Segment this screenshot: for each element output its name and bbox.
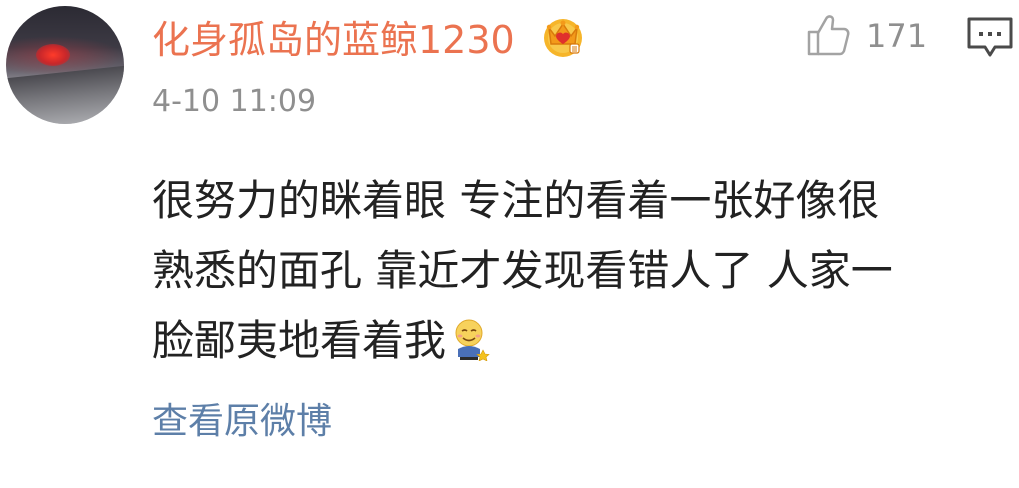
view-original-post-link[interactable]: 查看原微博 (152, 398, 332, 446)
avatar[interactable] (6, 6, 124, 124)
comment-timestamp: 4-10 11:09 (152, 84, 317, 119)
comment-body-line: 很努力的眯着眼 专注的看着一张好像很 (152, 176, 880, 225)
username[interactable]: 化身孤岛的蓝鲸1230 (152, 14, 515, 66)
like-count: 171 (866, 17, 928, 55)
comment-body-line: 熟悉的面孔 靠近才发现看错人了 人家一 (152, 246, 893, 295)
vip-crown-icon (544, 19, 582, 57)
comment-body-line-text: 脸鄙夷地看着我 (152, 316, 447, 365)
reply-comment-icon[interactable] (966, 16, 1014, 60)
comment-body-line: 脸鄙夷地看着我 (152, 306, 982, 376)
comment-body: 很努力的眯着眼 专注的看着一张好像很 熟悉的面孔 靠近才发现看错人了 人家一 脸… (152, 166, 982, 376)
sweat-smile-emoji-icon (455, 319, 490, 361)
thumbs-up-icon[interactable] (806, 12, 852, 58)
comment-card: 化身孤岛的蓝鲸1230 4-10 11:09 171 很努力的眯着眼 专注的看着… (0, 0, 1019, 488)
